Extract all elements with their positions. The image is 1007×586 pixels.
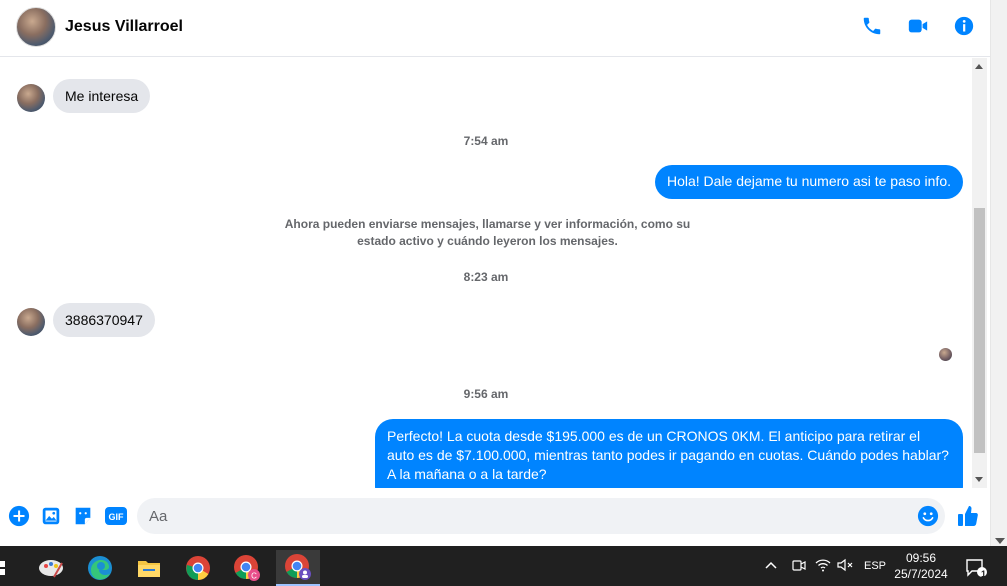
messenger-window: Jesus Villarroel Me interesa 7:54 am Hol… (0, 0, 1007, 586)
paint-app-icon[interactable] (31, 550, 71, 586)
chrome-active-window-icon[interactable] (276, 550, 320, 586)
video-call-icon[interactable] (906, 14, 930, 38)
svg-text:C: C (251, 572, 257, 581)
notification-center-icon[interactable]: 1 (961, 550, 991, 586)
page-scrollbar[interactable] (990, 0, 1007, 546)
message-input[interactable] (137, 498, 897, 534)
timestamp: 9:56 am (463, 387, 509, 401)
sticker-icon[interactable] (72, 505, 94, 527)
taskbar-clock[interactable]: 09:56 25/7/2024 (888, 550, 954, 582)
language-indicator[interactable]: ESP (860, 560, 890, 572)
like-icon[interactable] (955, 503, 981, 529)
plus-icon[interactable] (8, 505, 30, 527)
timestamp: 7:54 am (463, 134, 509, 148)
chevron-up-icon[interactable] (762, 560, 780, 572)
scroll-up-arrow[interactable] (975, 64, 983, 69)
gif-icon[interactable]: GIF (104, 505, 128, 527)
windows-taskbar: C ESP 09:56 25/7/2024 1 (0, 546, 1007, 586)
photo-icon[interactable] (40, 505, 62, 527)
timestamp: 8:23 am (463, 270, 509, 284)
scroll-down-arrow[interactable] (975, 477, 983, 482)
edge-browser-icon[interactable] (80, 550, 120, 586)
system-tray: ESP (762, 546, 890, 586)
outgoing-message[interactable]: Perfecto! La cuota desde $195.000 es de … (375, 419, 963, 488)
message-input-container (137, 498, 945, 534)
scrollbar-thumb[interactable] (974, 208, 985, 453)
system-note: Ahora pueden enviarse mensajes, llamarse… (284, 217, 691, 248)
gif-label: GIF (109, 512, 125, 522)
wifi-icon[interactable] (812, 558, 834, 575)
chat-header: Jesus Villarroel (0, 0, 990, 57)
info-icon[interactable] (952, 14, 976, 38)
chrome-browser-icon[interactable] (178, 550, 218, 586)
clock-time: 09:56 (905, 551, 937, 565)
clock-date: 25/7/2024 (894, 567, 948, 581)
scroll-down-arrow[interactable] (995, 538, 1005, 544)
header-actions (860, 14, 976, 38)
chrome-profile-icon[interactable]: C (227, 550, 267, 586)
meet-now-icon[interactable] (786, 558, 812, 575)
incoming-message[interactable]: Me interesa (53, 79, 151, 113)
task-view-icon[interactable] (0, 550, 10, 586)
sender-avatar[interactable] (17, 84, 45, 112)
seen-indicator-avatar (939, 348, 952, 361)
phone-icon[interactable] (860, 14, 884, 38)
chat-scrollbar[interactable] (972, 58, 987, 488)
emoji-icon[interactable] (917, 505, 939, 527)
incoming-message[interactable]: 3886370947 (53, 303, 155, 337)
contact-avatar[interactable] (16, 7, 56, 47)
sender-avatar[interactable] (17, 308, 45, 336)
file-explorer-icon[interactable] (129, 550, 169, 586)
message-composer: GIF (0, 492, 990, 542)
volume-muted-icon[interactable] (834, 558, 856, 575)
message-list: Me interesa 7:54 am Hola! Dale dejame tu… (0, 58, 988, 488)
contact-name[interactable]: Jesus Villarroel (65, 18, 183, 36)
outgoing-message[interactable]: Hola! Dale dejame tu numero asi te paso … (654, 165, 963, 199)
notification-count: 1 (981, 569, 987, 579)
